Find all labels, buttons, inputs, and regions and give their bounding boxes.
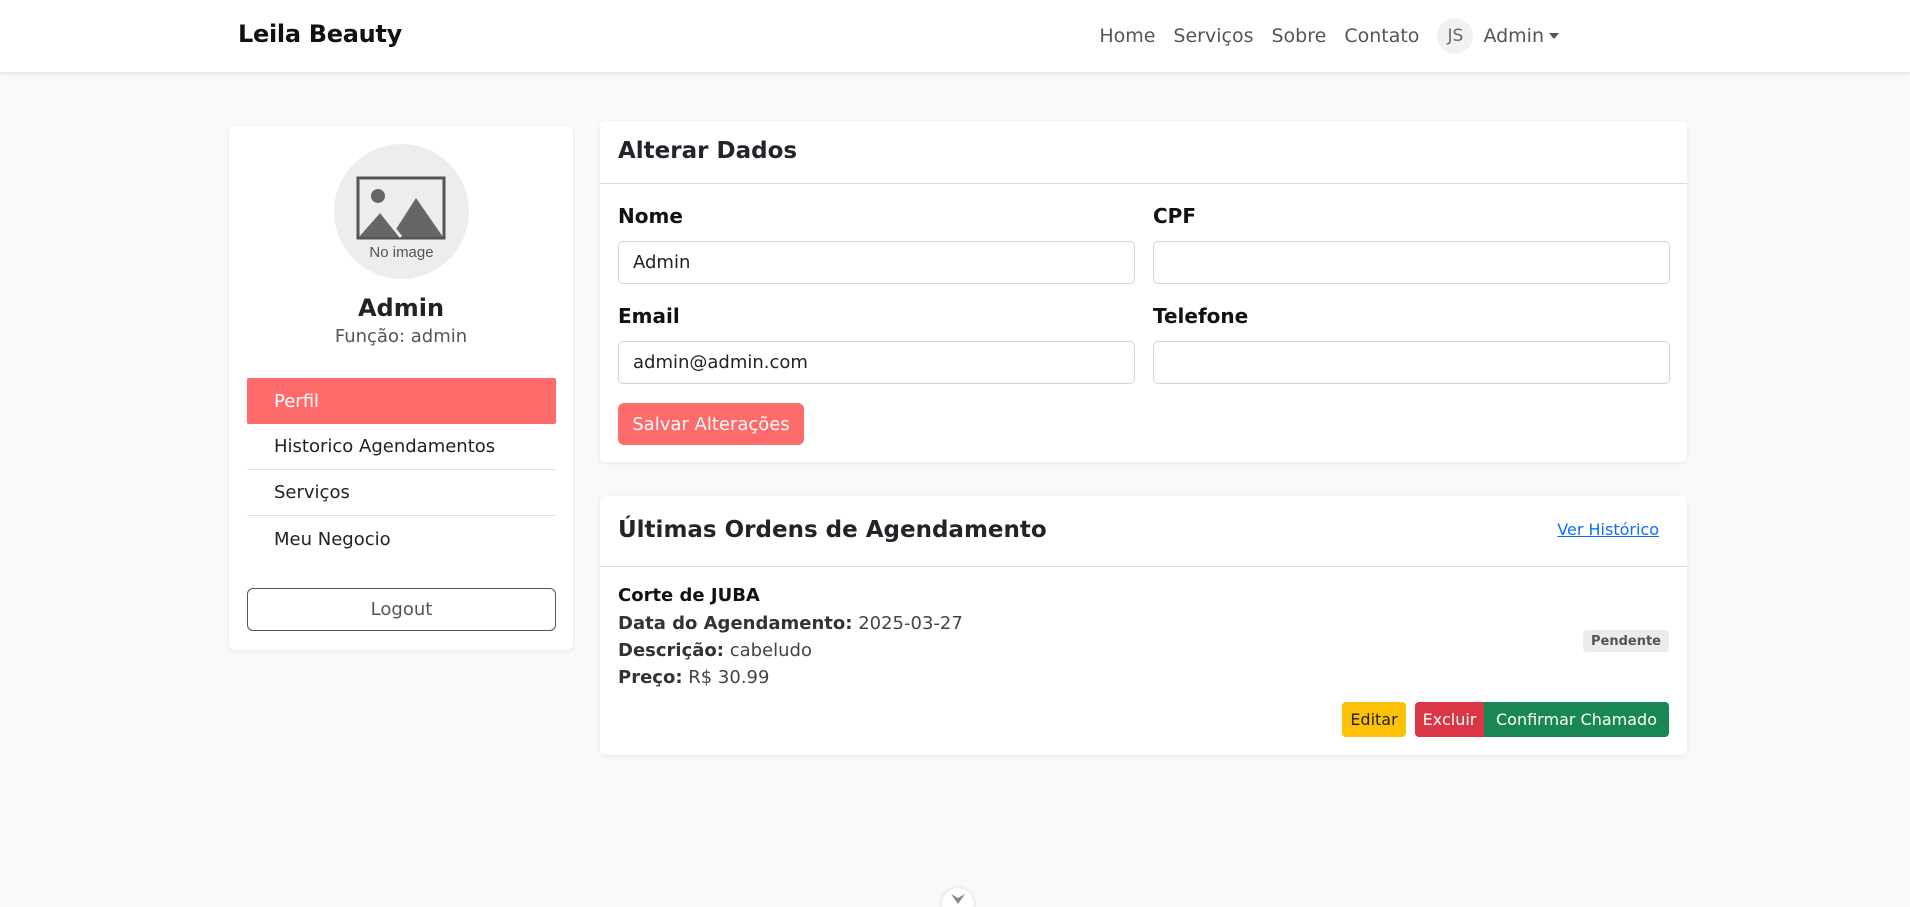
orders-title: Últimas Ordens de Agendamento — [618, 517, 1047, 543]
nav-link-home[interactable]: Home — [1099, 25, 1155, 47]
order-price-value: R$ 30.99 — [688, 667, 770, 688]
nav-link-sobre[interactable]: Sobre — [1271, 25, 1326, 47]
telefone-label: Telefone — [1153, 304, 1249, 328]
profile-role: Função: admin — [334, 326, 468, 347]
delete-button[interactable]: Excluir — [1415, 702, 1484, 737]
nav-link-servicos[interactable]: Serviços — [1173, 25, 1253, 47]
sidebar-item-servicos[interactable]: Serviços — [247, 470, 556, 516]
order-description-label: Descrição: — [618, 640, 724, 661]
sidebar-menu: Perfil Historico Agendamentos Serviços M… — [247, 378, 556, 562]
chevron-down-icon — [951, 894, 965, 904]
order-description: Descrição: cabeludo — [618, 640, 812, 661]
user-avatar[interactable]: JS — [1437, 18, 1474, 54]
status-badge: Pendente — [1582, 630, 1669, 652]
order-service-name: Corte de JUBA — [618, 585, 760, 606]
caret-down-icon — [1549, 33, 1559, 39]
scroll-down-button[interactable] — [942, 888, 974, 907]
edit-button[interactable]: Editar — [1342, 702, 1406, 737]
profile-image: No image — [334, 144, 469, 279]
sidebar-item-meu-negocio[interactable]: Meu Negocio — [247, 516, 556, 562]
profile-name: Admin — [357, 294, 445, 322]
email-input[interactable]: admin@admin.com — [618, 341, 1135, 384]
email-label: Email — [618, 304, 680, 328]
orders-card-header: Últimas Ordens de Agendamento Ver Histór… — [600, 496, 1687, 567]
save-button[interactable]: Salvar Alterações — [618, 403, 804, 445]
nav-link-contato[interactable]: Contato — [1344, 25, 1419, 47]
orders-card: Últimas Ordens de Agendamento Ver Histór… — [600, 496, 1687, 755]
card-header: Alterar Dados — [600, 121, 1687, 184]
user-dropdown-label: Admin — [1483, 25, 1544, 47]
user-dropdown[interactable]: Admin — [1483, 25, 1559, 47]
navbar: Leila Beauty Home Serviços Sobre Contato… — [0, 0, 1910, 72]
cpf-input[interactable] — [1153, 241, 1670, 284]
order-date: Data do Agendamento: 2025-03-27 — [618, 613, 963, 634]
order-date-label: Data do Agendamento: — [618, 613, 853, 634]
brand-logo[interactable]: Leila Beauty — [238, 20, 402, 48]
nav-links: Home Serviços Sobre Contato JS Admin — [1081, 18, 1559, 54]
logout-button[interactable]: Logout — [247, 588, 556, 631]
order-description-value: cabeludo — [729, 640, 812, 661]
sidebar-item-historico[interactable]: Historico Agendamentos — [247, 424, 556, 470]
order-price: Preço: R$ 30.99 — [618, 667, 769, 688]
order-date-value: 2025-03-27 — [858, 613, 963, 634]
order-price-label: Preço: — [618, 667, 683, 688]
card-title: Alterar Dados — [618, 138, 798, 164]
profile-sidebar: No image Admin Função: admin Perfil Hist… — [229, 126, 573, 650]
no-image-label: No image — [369, 244, 434, 261]
confirm-button[interactable]: Confirmar Chamado — [1484, 702, 1669, 737]
ver-historico-link[interactable]: Ver Histórico — [1557, 520, 1659, 539]
alterar-dados-card: Alterar Dados Nome Admin CPF Email admin… — [600, 121, 1687, 462]
nome-input[interactable]: Admin — [618, 241, 1135, 284]
nome-label: Nome — [618, 204, 683, 228]
sidebar-item-perfil[interactable]: Perfil — [247, 378, 556, 424]
cpf-label: CPF — [1153, 204, 1196, 228]
image-placeholder-icon — [356, 176, 446, 240]
telefone-input[interactable] — [1153, 341, 1670, 384]
